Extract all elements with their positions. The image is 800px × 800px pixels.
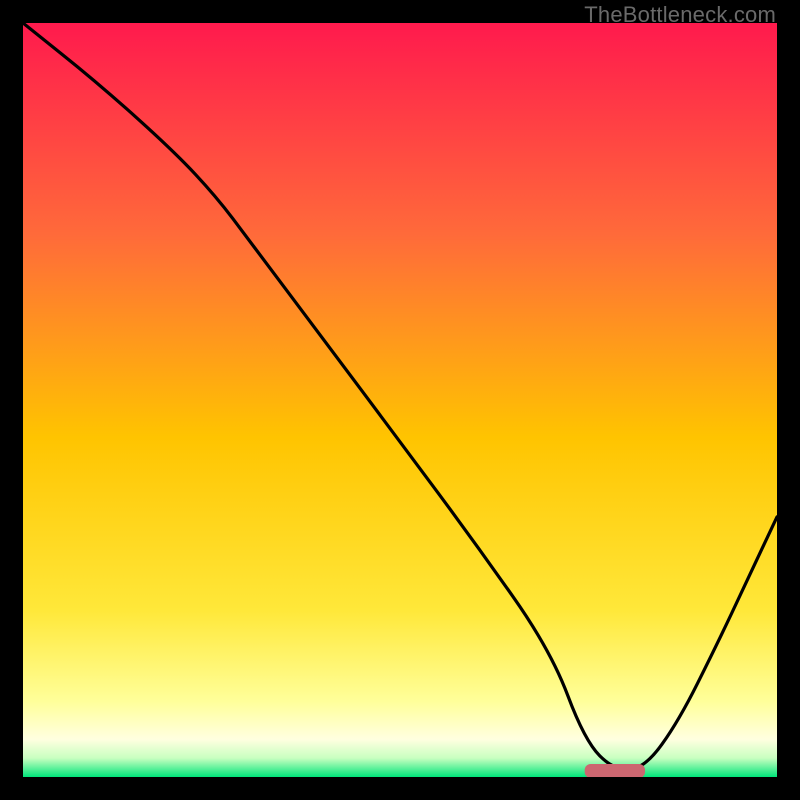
chart-frame: TheBottleneck.com [0,0,800,800]
plot-area [23,23,777,777]
optimal-range-marker [585,764,645,777]
gradient-background [23,23,777,777]
chart-svg [23,23,777,777]
